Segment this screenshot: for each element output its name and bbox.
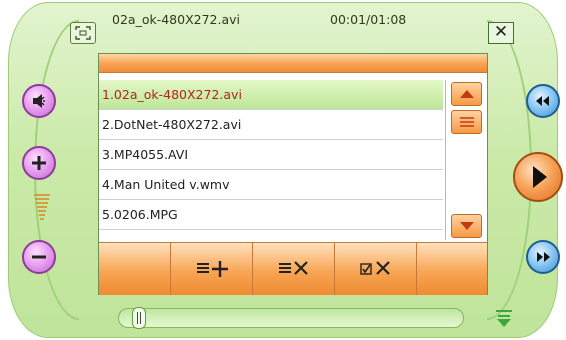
close-icon: ✕ — [493, 22, 509, 42]
close-button[interactable]: ✕ — [488, 22, 514, 44]
arrow-up-icon — [460, 90, 474, 98]
rewind-icon — [536, 96, 549, 106]
seek-bar[interactable] — [118, 307, 464, 329]
list-item[interactable]: 5.0206.MPG — [99, 200, 443, 230]
list-item[interactable]: 2.DotNet-480X272.avi — [99, 110, 443, 140]
toolbar-blank-right — [417, 243, 489, 295]
list-remove-icon — [279, 261, 308, 275]
playlist-scrollbar[interactable] — [445, 80, 487, 240]
playlist-toolbar — [99, 242, 487, 295]
list-item[interactable]: 4.Man United v.wmv — [99, 170, 443, 200]
list-item[interactable]: 6.008.ASF — [99, 230, 443, 240]
volume-level-icon — [34, 194, 50, 220]
minus-icon — [32, 255, 46, 259]
playlist: 1.02a_ok-480X272.avi 2.DotNet-480X272.av… — [99, 80, 443, 240]
rewind-button[interactable] — [526, 84, 560, 118]
arrow-down-icon — [460, 222, 474, 230]
remove-checked-button[interactable] — [335, 243, 417, 295]
scroll-down-button[interactable] — [451, 214, 482, 238]
grip-icon — [460, 117, 474, 127]
list-add-icon — [197, 261, 228, 277]
fullscreen-button[interactable] — [70, 22, 96, 44]
mute-icon — [33, 94, 45, 108]
play-icon — [533, 166, 547, 188]
add-to-list-button[interactable] — [171, 243, 253, 295]
time-display: 00:01/01:08 — [330, 12, 407, 27]
seek-thumb[interactable] — [132, 307, 147, 329]
scroll-up-button[interactable] — [451, 82, 482, 106]
mute-button[interactable] — [22, 84, 56, 118]
fast-forward-icon — [537, 252, 550, 262]
plus-icon — [32, 156, 46, 170]
fullscreen-icon — [75, 26, 91, 40]
playlist-panel: 1.02a_ok-480X272.avi 2.DotNet-480X272.av… — [98, 53, 488, 295]
list-item[interactable]: 3.MP4055.AVI — [99, 140, 443, 170]
scroll-thumb[interactable] — [451, 110, 482, 134]
expand-down-icon[interactable] — [495, 310, 513, 328]
panel-header-bar — [99, 54, 487, 73]
list-item[interactable]: 1.02a_ok-480X272.avi — [99, 80, 443, 110]
fast-forward-button[interactable] — [526, 240, 560, 274]
check-remove-icon — [360, 261, 390, 275]
toolbar-blank-left — [99, 243, 171, 295]
remove-from-list-button[interactable] — [253, 243, 335, 295]
volume-down-button[interactable] — [22, 240, 56, 274]
now-playing-title: 02a_ok-480X272.avi — [112, 12, 240, 27]
volume-up-button[interactable] — [22, 146, 56, 180]
play-button[interactable] — [513, 152, 563, 202]
